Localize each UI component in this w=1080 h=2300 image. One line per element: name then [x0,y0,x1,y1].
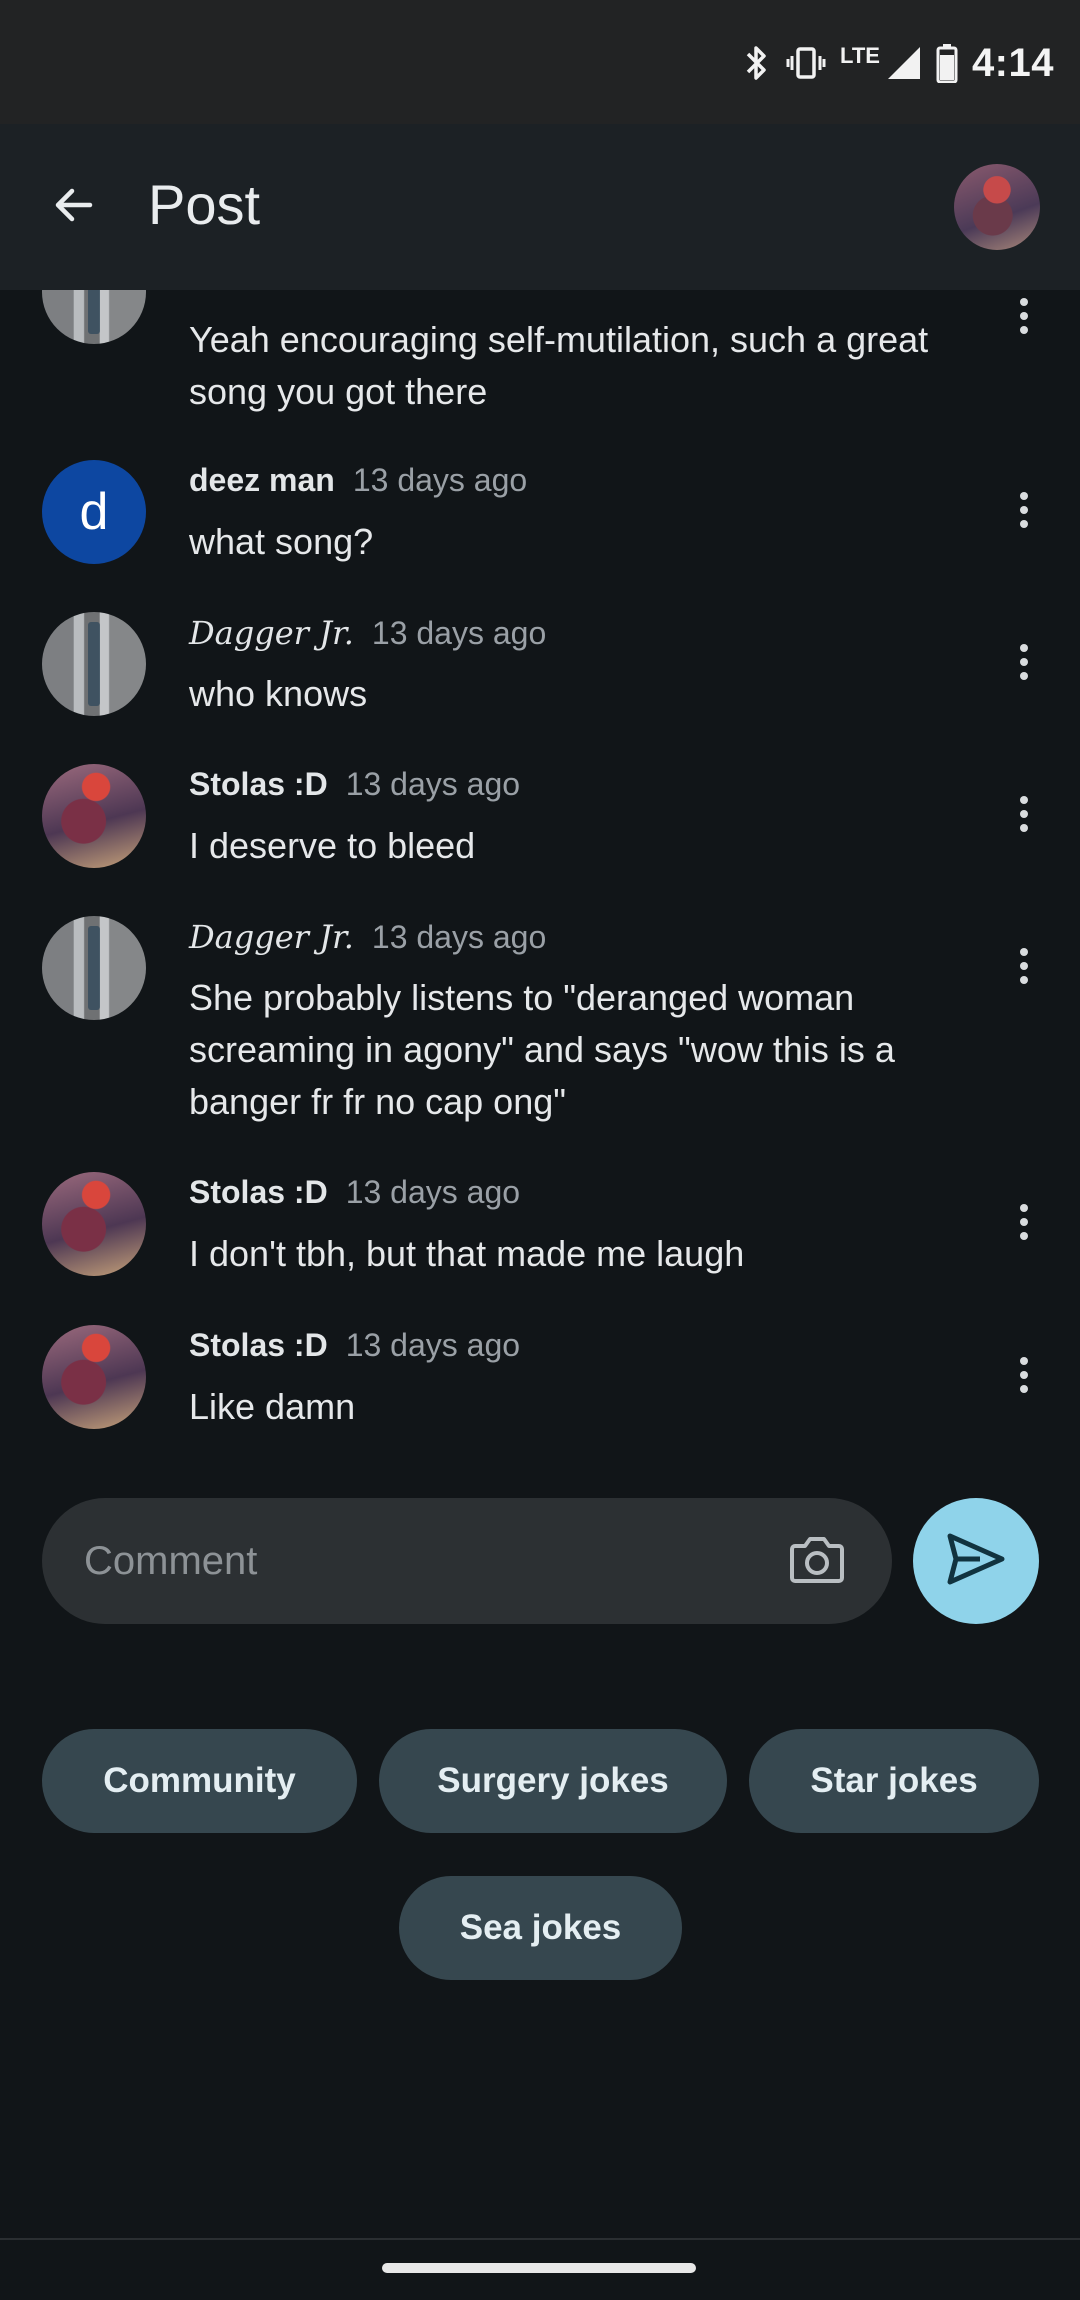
send-icon [946,1532,1006,1591]
more-options-button[interactable] [1012,290,1036,348]
comment-meta: Dagger Jr. 13 days ago [189,614,546,652]
more-options-button[interactable] [1012,634,1036,694]
more-options-button[interactable] [1012,1194,1036,1254]
arrow-left-icon [50,181,98,234]
more-options-button[interactable] [1012,786,1036,846]
more-vert-icon [1019,1202,1029,1247]
avatar[interactable]: d [42,460,146,564]
comment-text: I don't tbh, but that made me laugh [189,1233,745,1274]
comment-text: She probably listens to "deranged woman … [189,977,895,1122]
comment-time: 13 days ago [345,1327,521,1363]
comment-text: I deserve to bleed [189,825,476,866]
comment-author[interactable]: Stolas :D [189,1174,328,1210]
avatar-letter: d [79,483,109,541]
avatar[interactable] [42,1172,146,1276]
more-vert-icon [1019,1355,1029,1400]
more-vert-icon [1019,794,1029,839]
comment-time: 13 days ago [345,1174,521,1210]
app-bar: Post [0,124,1080,290]
comment-time: 13 days ago [371,615,547,651]
status-icons: LTE 4:14 [742,38,1054,88]
home-gesture-handle[interactable] [382,2263,696,2273]
send-button[interactable] [913,1498,1039,1624]
more-vert-icon [1019,490,1029,535]
comment-author[interactable]: Dagger Jr. [189,614,354,652]
comment-box [42,1498,892,1624]
comment-meta: Dagger Jr. 13 days ago [189,918,546,956]
comment-meta: deez man 13 days ago [189,462,527,499]
camera-icon [789,1534,845,1589]
more-options-button[interactable] [1012,1347,1036,1407]
avatar[interactable] [42,916,146,1020]
more-vert-icon [1019,296,1029,341]
comment-text: Like damn [189,1386,356,1427]
comment-meta: Stolas :D 13 days ago [189,1174,520,1211]
avatar[interactable] [42,764,146,868]
status-bar: LTE 4:14 [0,0,1080,124]
avatar[interactable] [42,290,146,344]
comment-text: who knows [189,673,368,714]
nav-divider [0,2238,1080,2240]
comment-list[interactable]: Yeah encouraging self-mutilation, such a… [0,290,1080,1460]
page-title: Post [148,173,261,236]
network-type: LTE [840,43,880,68]
attach-photo-button[interactable] [784,1528,850,1594]
clock: 4:14 [971,40,1054,85]
chip-star-jokes[interactable]: Star jokes [749,1729,1039,1833]
back-button[interactable] [34,164,114,250]
comment-time: 13 days ago [371,919,547,955]
more-vert-icon [1019,946,1029,991]
avatar[interactable] [42,1325,146,1429]
comment-meta: Stolas :D 13 days ago [189,766,520,803]
signal-icon [886,45,922,81]
vibrate-icon [786,43,826,83]
comment-input[interactable] [84,1498,784,1624]
chip-surgery-jokes[interactable]: Surgery jokes [379,1729,727,1833]
comment-text: Yeah encouraging self-mutilation, such a… [189,319,929,412]
comment-meta: Stolas :D 13 days ago [189,1327,520,1364]
more-vert-icon [1019,642,1029,687]
battery-icon [936,43,958,83]
more-options-button[interactable] [1012,482,1036,542]
comment-time: 13 days ago [352,462,528,498]
comment-author[interactable]: Dagger Jr. [189,918,354,956]
comment-time: 13 days ago [345,766,521,802]
chip-community[interactable]: Community [42,1729,357,1833]
comment-text: what song? [189,521,374,562]
comment-author[interactable]: Stolas :D [189,766,328,802]
profile-avatar[interactable] [954,164,1040,250]
comment-author[interactable]: Stolas :D [189,1327,328,1363]
chip-sea-jokes[interactable]: Sea jokes [399,1876,682,1980]
avatar[interactable] [42,612,146,716]
bluetooth-icon [742,43,772,83]
comment-author[interactable]: deez man [189,462,335,498]
more-options-button[interactable] [1012,938,1036,998]
